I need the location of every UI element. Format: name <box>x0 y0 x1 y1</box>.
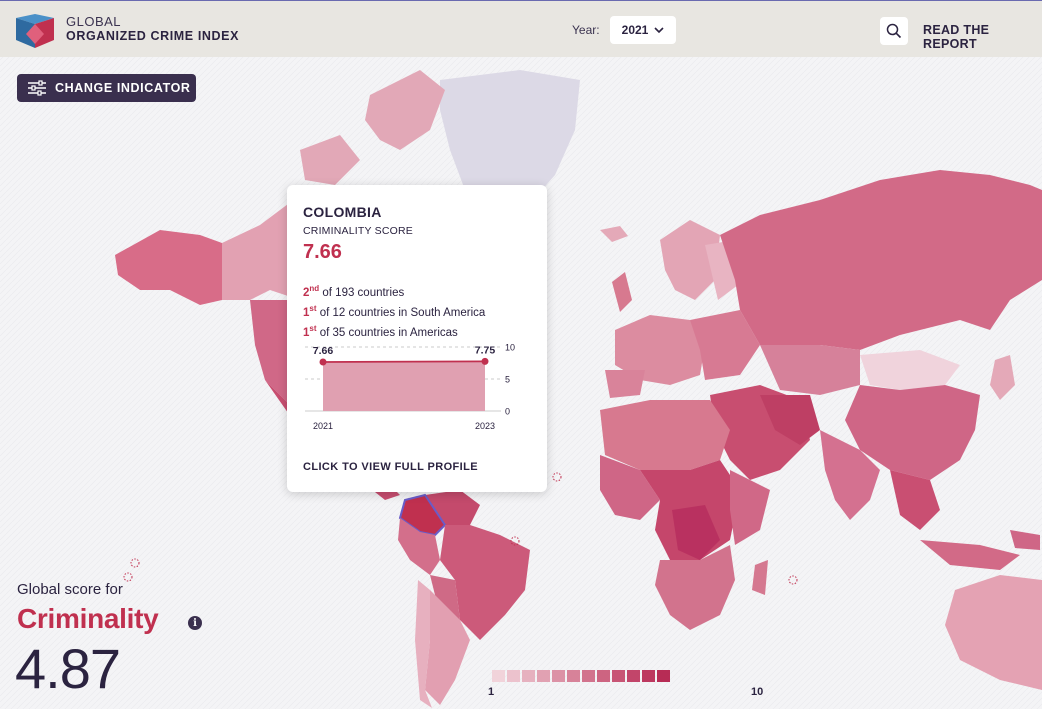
search-icon <box>886 23 902 39</box>
change-indicator-label: CHANGE INDICATOR <box>55 81 191 95</box>
legend-swatch <box>612 670 625 682</box>
legend-swatch <box>492 670 505 682</box>
chart-line <box>322 360 486 363</box>
tooltip-ranks: 2nd of 193 countries 1st of 12 countries… <box>303 281 485 340</box>
country-tooltip-card[interactable]: COLOMBIA CRIMINALITY SCORE 7.66 2nd of 1… <box>287 185 547 492</box>
tooltip-metric-label: CRIMINALITY SCORE <box>303 225 413 237</box>
rank-line: 1st of 12 countries in South America <box>303 301 485 321</box>
legend-swatch <box>597 670 610 682</box>
legend-swatch <box>627 670 640 682</box>
legend-swatch <box>507 670 520 682</box>
chart-y-tick-label: 10 <box>505 343 515 353</box>
legend-min-label: 1 <box>488 686 495 698</box>
rank-line: 2nd of 193 countries <box>303 281 485 301</box>
chart-value-label: 7.75 <box>475 344 496 356</box>
top-bar: GLOBAL ORGANIZED CRIME INDEX Year: 2021 … <box>0 0 1042 57</box>
legend-swatch <box>522 670 535 682</box>
country-spain[interactable] <box>605 370 645 398</box>
tooltip-score: 7.66 <box>303 241 342 263</box>
search-button[interactable] <box>880 17 908 45</box>
legend-swatch <box>552 670 565 682</box>
legend-swatch <box>582 670 595 682</box>
year-label: Year: <box>572 23 600 37</box>
chart-area <box>323 361 485 411</box>
region-north-africa[interactable] <box>600 400 730 470</box>
legend-swatch <box>567 670 580 682</box>
sliders-icon <box>28 80 46 96</box>
brand-line-2: ORGANIZED CRIME INDEX <box>66 29 240 43</box>
gocindex-logo[interactable] <box>16 14 54 48</box>
chart-x-tick-label: 2021 <box>313 421 333 431</box>
chart-point <box>319 358 327 366</box>
rank-suffix: st <box>309 303 317 313</box>
view-full-profile-link[interactable]: CLICK TO VIEW FULL PROFILE <box>303 461 478 473</box>
global-indicator-name: Criminality <box>17 603 159 634</box>
global-score-value: 4.87 <box>15 637 121 700</box>
legend-swatch <box>657 670 670 682</box>
legend-max-label: 10 <box>751 686 764 698</box>
change-indicator-button[interactable]: CHANGE INDICATOR <box>17 74 196 102</box>
chart-point <box>481 357 489 365</box>
chart-x-tick-label: 2023 <box>475 421 495 431</box>
chart-y-tick-label: 5 <box>505 375 510 385</box>
year-value: 2021 <box>621 23 649 37</box>
read-report-link[interactable]: READ THE REPORT <box>923 23 1042 51</box>
rank-suffix: st <box>309 323 317 333</box>
chart-y-tick-label: 0 <box>505 407 510 417</box>
legend-swatch <box>537 670 550 682</box>
brand-title[interactable]: GLOBAL ORGANIZED CRIME INDEX <box>66 14 240 44</box>
chart-value-label: 7.66 <box>313 345 334 357</box>
score-trend-chart: 10 5 0 7.66 7.75 2021 2023 <box>305 343 515 431</box>
global-score-label: Global score for <box>17 581 123 598</box>
rank-text: of 193 countries <box>319 286 405 299</box>
rank-suffix: nd <box>309 284 320 293</box>
legend-swatch <box>642 670 655 682</box>
rank-text: of 12 countries in South America <box>316 306 486 319</box>
chevron-down-icon <box>654 27 664 34</box>
tooltip-country-name: COLOMBIA <box>303 204 382 220</box>
brand-line-1: GLOBAL <box>66 14 122 29</box>
color-scale-legend <box>492 670 670 682</box>
year-select[interactable]: 2021 <box>610 16 676 44</box>
info-icon[interactable]: i <box>188 616 202 630</box>
